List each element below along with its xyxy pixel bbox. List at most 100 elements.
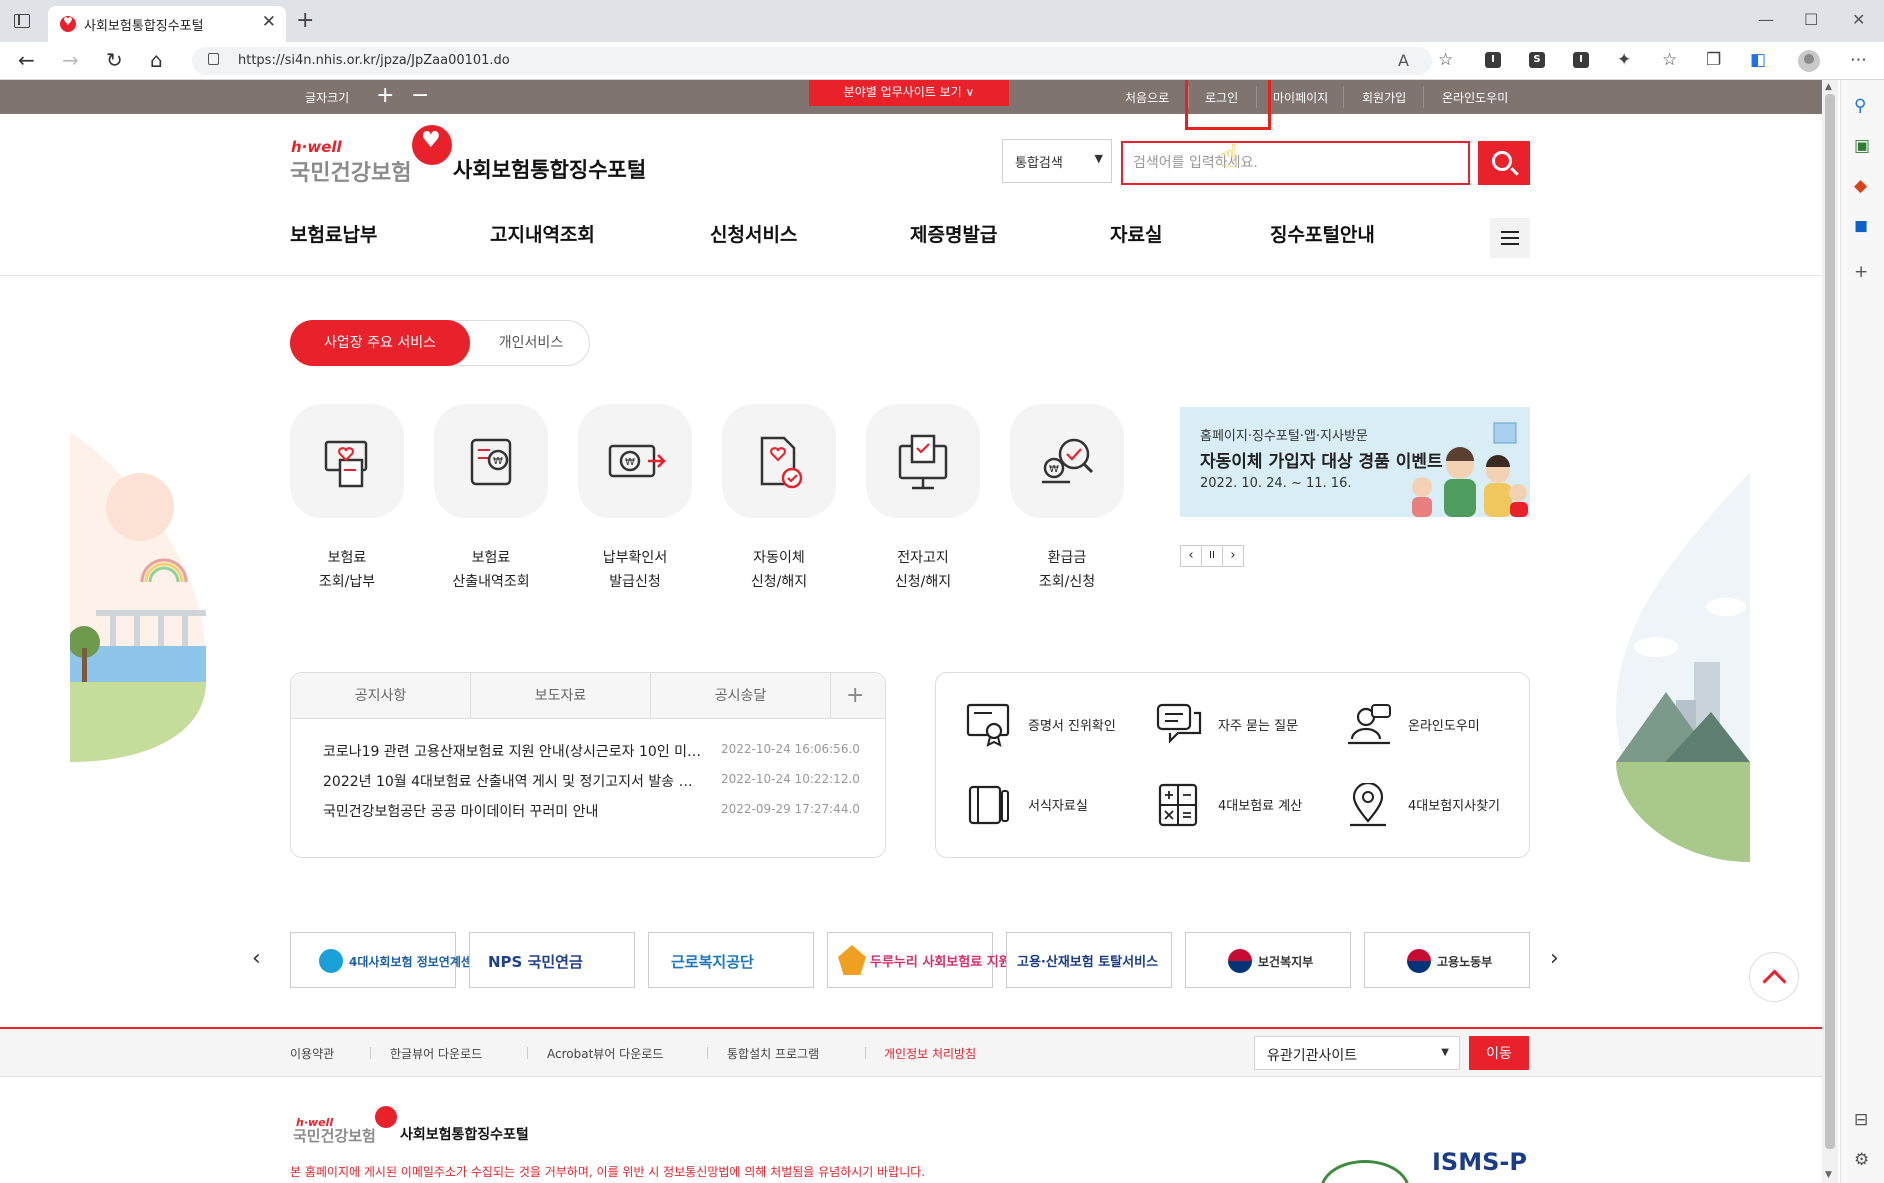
tab-press-releases[interactable]: 보도자료: [471, 673, 651, 719]
collections-icon[interactable]: ❐: [1706, 50, 1721, 70]
footer-link-hwp-viewer[interactable]: 한글뷰어 다운로드: [390, 1045, 482, 1062]
all-menu-button[interactable]: [1490, 218, 1530, 258]
edge-feature-icon[interactable]: ◧: [1750, 50, 1766, 70]
tab-notices[interactable]: 공지사항: [291, 673, 471, 719]
refresh-icon[interactable]: ↻: [106, 48, 123, 72]
extension-i-icon[interactable]: I: [1485, 52, 1501, 68]
extension-s-icon[interactable]: S: [1529, 52, 1545, 68]
hamburger-line: [1501, 231, 1519, 233]
home-icon[interactable]: ⌂: [150, 48, 163, 72]
sidebar-search-icon[interactable]: ⚲: [1854, 96, 1866, 116]
maximize-icon[interactable]: ☐: [1804, 10, 1818, 29]
footer-link-terms[interactable]: 이용약관: [290, 1045, 334, 1062]
tab-business-services[interactable]: 사업장 주요 서비스: [290, 320, 470, 366]
util-link-signup[interactable]: 회원가입: [1362, 89, 1406, 106]
service-auto-transfer[interactable]: 자동이체 신청/해지: [722, 404, 836, 594]
partner-mohw[interactable]: 보건복지부: [1185, 932, 1351, 988]
service-premium-inquiry[interactable]: 보험료 조회/납부: [290, 404, 404, 594]
gnb-data-room[interactable]: 자료실: [1110, 220, 1162, 247]
service-label: 신청/해지: [750, 574, 808, 590]
scroll-down-arrow-icon[interactable]: ▼: [1825, 1170, 1832, 1180]
banner-next-button[interactable]: ›: [1222, 545, 1244, 567]
bill-icon: [324, 440, 368, 488]
footer-separator: [707, 1047, 708, 1059]
back-arrow-icon[interactable]: ←: [18, 48, 35, 72]
event-banner[interactable]: 홈페이지·징수포털·앱·지사방문 자동이체 가입자 대상 경품 이벤트 2022…: [1180, 407, 1530, 517]
extension-i2-icon[interactable]: I: [1573, 52, 1589, 68]
extensions-puzzle-icon[interactable]: ✦: [1617, 50, 1631, 70]
font-decrease-button[interactable]: −: [411, 83, 429, 108]
util-link-home[interactable]: 처음으로: [1125, 89, 1169, 106]
service-refund-inquiry[interactable]: ₩ 환급금 조회/신청: [1010, 404, 1124, 594]
profile-avatar-icon[interactable]: [1798, 50, 1820, 72]
service-e-notice[interactable]: 전자고지 신청/해지: [866, 404, 980, 594]
partner-4insure[interactable]: 4대사회보험 정보연계센터: [290, 932, 483, 988]
service-calculation-inquiry[interactable]: ₩ 보험료 산출내역조회: [434, 404, 548, 594]
logo-main-text[interactable]: 국민건강보험: [290, 155, 411, 187]
font-increase-button[interactable]: +: [376, 83, 394, 108]
svg-text:₩: ₩: [493, 456, 503, 467]
banner-pause-button[interactable]: II: [1201, 545, 1223, 567]
search-scope-select[interactable]: 통합검색 ▼: [1002, 139, 1112, 183]
util-link-online-helper[interactable]: 온라인도우미: [1442, 89, 1508, 106]
footer-link-acrobat-viewer[interactable]: Acrobat뷰어 다운로드: [547, 1045, 663, 1062]
gnb-premium-payment[interactable]: 보험료납부: [290, 220, 377, 247]
partner-total-service[interactable]: 고용·산재보험 토탈서비스: [1006, 932, 1172, 988]
search-button[interactable]: [1478, 141, 1530, 185]
footer-link-installer[interactable]: 통합설치 프로그램: [727, 1045, 819, 1062]
favorites-icon[interactable]: ☆: [1662, 50, 1677, 70]
gnb-certificate-issuance[interactable]: 제증명발급: [910, 220, 997, 247]
url-field[interactable]: https://si4n.nhis.or.kr/jpza/JpZaa00101.…: [192, 47, 1432, 75]
minimize-icon[interactable]: —: [1758, 10, 1774, 29]
footer-link-privacy[interactable]: 개인정보 처리방침: [884, 1045, 976, 1062]
partner-nps[interactable]: NPS 국민연금: [469, 932, 635, 988]
field-sites-dropdown[interactable]: 분야별 업무사이트 보기 ∨: [809, 80, 1009, 106]
service-payment-certificate[interactable]: ₩ 납부확인서 발급신청: [578, 404, 692, 594]
page-scrollbar[interactable]: ▲ ▼: [1822, 80, 1838, 1183]
read-aloud-icon[interactable]: A: [1398, 51, 1409, 70]
tab-personal-services[interactable]: 개인서비스: [481, 321, 581, 365]
sidebar-add-icon[interactable]: +: [1854, 262, 1868, 282]
partner-comwel[interactable]: 근로복지공단: [648, 932, 814, 988]
tab-public-service[interactable]: 공시송달: [651, 673, 831, 719]
more-menu-icon[interactable]: ⋯: [1850, 50, 1867, 70]
browser-tab[interactable]: 사회보험통합징수포털 ✕: [48, 6, 286, 42]
favorite-star-icon[interactable]: ☆: [1438, 50, 1453, 70]
sidebar-panel-icon[interactable]: ⊟: [1854, 1110, 1868, 1130]
go-button[interactable]: 이동: [1469, 1036, 1529, 1070]
gnb-notice-history[interactable]: 고지내역조회: [490, 220, 595, 247]
util-link-mypage[interactable]: 마이페이지: [1273, 89, 1328, 106]
forward-arrow-icon[interactable]: →: [62, 48, 79, 72]
quick-link-faq[interactable]: 자주 묻는 질문: [1156, 703, 1298, 751]
quick-link-branch-finder[interactable]: 4대보험지사찾기: [1346, 781, 1500, 831]
scroll-to-top-button[interactable]: [1749, 952, 1799, 1002]
service-icon-tile: ₩: [434, 404, 548, 518]
new-tab-button[interactable]: +: [296, 8, 314, 33]
more-plus-icon[interactable]: +: [846, 683, 864, 708]
search-input[interactable]: [1121, 141, 1470, 185]
quick-link-certificate-verify[interactable]: 증명서 진위확인: [966, 703, 1116, 751]
chevron-down-icon: ▼: [1094, 152, 1103, 165]
related-sites-select[interactable]: 유관기관사이트 ▼: [1254, 1036, 1460, 1070]
gnb-application-service[interactable]: 신청서비스: [710, 220, 797, 247]
close-window-icon[interactable]: ✕: [1852, 10, 1865, 29]
partner-durunuri[interactable]: 두루누리 사회보험료 지원: [827, 932, 1011, 988]
tab-actions-icon[interactable]: [14, 14, 30, 28]
sidebar-shopping-icon[interactable]: ▣: [1854, 136, 1870, 156]
scroll-thumb[interactable]: [1825, 94, 1835, 1149]
quick-link-calculator[interactable]: 4대보험료 계산: [1156, 783, 1302, 831]
sidebar-settings-icon[interactable]: ⚙: [1854, 1150, 1869, 1170]
scroll-up-arrow-icon[interactable]: ▲: [1825, 82, 1832, 92]
banner-prev-button[interactable]: ‹: [1180, 545, 1202, 567]
partners-prev-arrow-icon[interactable]: ‹: [252, 946, 261, 971]
quick-link-online-helper[interactable]: 온라인도우미: [1346, 703, 1480, 751]
gnb-portal-guide[interactable]: 징수포털안내: [1270, 220, 1375, 247]
partners-next-arrow-icon[interactable]: ›: [1550, 946, 1559, 971]
sidebar-office-icon[interactable]: ◆: [1854, 176, 1867, 196]
partner-moel[interactable]: 고용노동부: [1364, 932, 1530, 988]
sidebar-outlook-icon[interactable]: ◼: [1854, 216, 1868, 236]
close-tab-icon[interactable]: ✕: [262, 12, 276, 32]
quick-link-forms-library[interactable]: 서식자료실: [966, 783, 1088, 831]
lock-icon: [208, 53, 219, 65]
portal-title[interactable]: 사회보험통합징수포털: [453, 154, 646, 184]
